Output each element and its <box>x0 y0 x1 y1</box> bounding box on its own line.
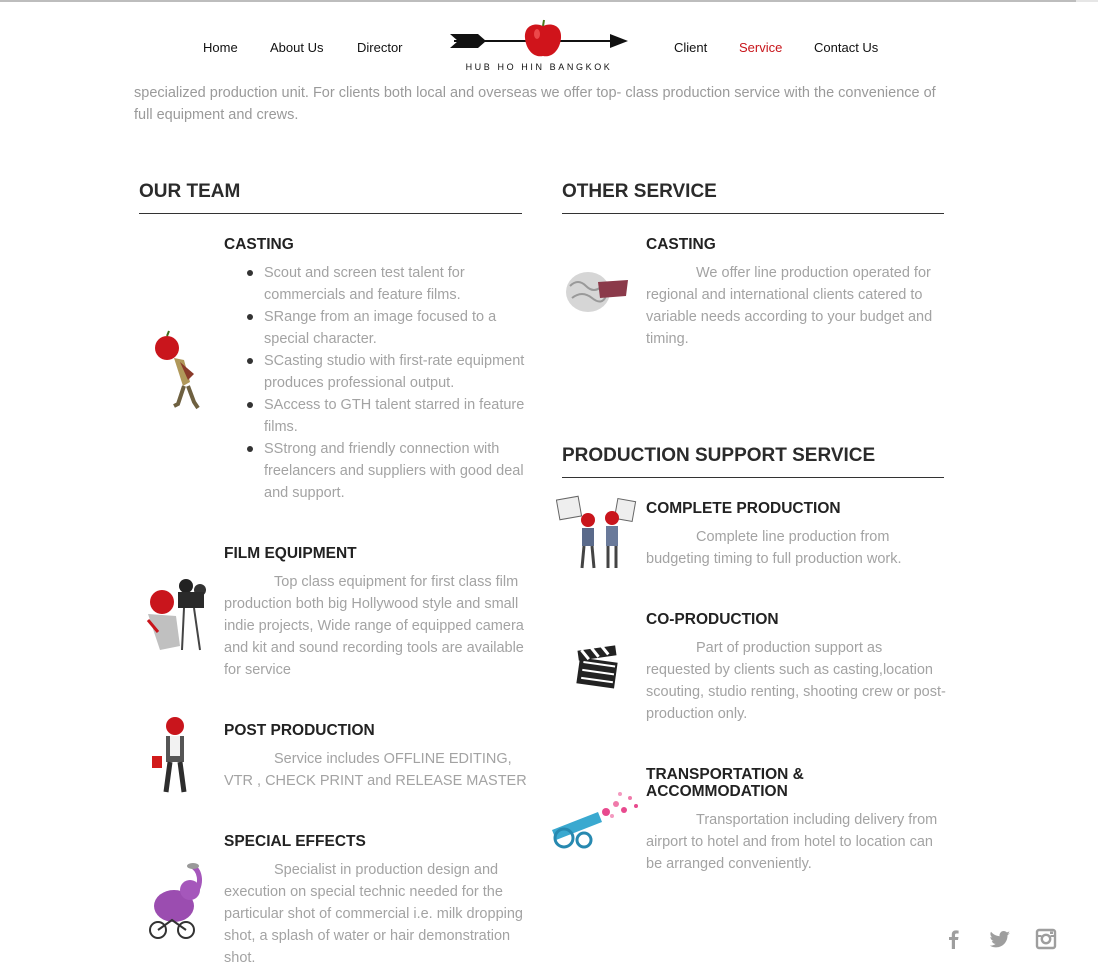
transport-text: Transportation including delivery from a… <box>646 812 938 872</box>
film-camera-figure-icon <box>142 576 214 661</box>
logo-text: HUB HO HIN BANGKOK <box>465 62 613 72</box>
post-production-title: POST PRODUCTION <box>224 722 375 739</box>
nav-client[interactable]: Client <box>674 40 707 55</box>
clapperboard-icon <box>574 644 622 695</box>
brain-icon <box>562 266 630 323</box>
site-logo[interactable]: HUB HO HIN BANGKOK <box>448 18 630 76</box>
nav-home[interactable]: Home <box>203 40 238 55</box>
team-casting-list: Scout and screen test talent for commerc… <box>224 262 529 504</box>
cannon-icon <box>546 786 644 857</box>
list-item: SAccess to GTH talent starred in feature… <box>224 394 529 438</box>
twitter-icon[interactable] <box>989 928 1011 950</box>
production-support-heading: PRODUCTION SUPPORT SERVICE <box>562 445 876 466</box>
other-service-divider <box>562 213 944 214</box>
top-border-right <box>1076 0 1098 2</box>
our-team-divider <box>139 213 522 214</box>
co-production-title: CO-PRODUCTION <box>646 611 779 628</box>
list-item: SStrong and friendly connection with fre… <box>224 438 529 504</box>
post-production-figure-icon <box>150 716 200 803</box>
special-effects-text: Specialist in production design and exec… <box>224 862 523 966</box>
production-support-divider <box>562 477 944 478</box>
protest-figures-icon <box>555 494 638 577</box>
other-service-heading: OTHER SERVICE <box>562 181 717 202</box>
post-production-text: Service includes OFFLINE EDITING, VTR , … <box>224 751 527 789</box>
facebook-icon[interactable] <box>943 928 965 950</box>
list-item: Scout and screen test talent for commerc… <box>224 262 529 306</box>
nav-about-us[interactable]: About Us <box>270 40 323 55</box>
film-equipment-text: Top class equipment for first class film… <box>224 574 524 678</box>
transport-title-line-1: TRANSPORTATION & <box>646 766 804 783</box>
transport-title: TRANSPORTATION & ACCOMMODATION <box>646 766 804 800</box>
intro-text: specialized production unit. For clients… <box>134 85 936 123</box>
co-production-text: Part of production support as requested … <box>646 640 946 722</box>
our-team-heading: OUR TEAM <box>139 181 241 202</box>
special-effects-title: SPECIAL EFFECTS <box>224 833 366 850</box>
elephant-bicycle-icon <box>146 862 206 945</box>
team-casting-title: CASTING <box>224 236 294 253</box>
list-item: SRange from an image focused to a specia… <box>224 306 529 350</box>
film-equipment-title: FILM EQUIPMENT <box>224 545 357 562</box>
instagram-icon[interactable] <box>1035 928 1057 950</box>
other-casting-text: We offer line production operated for re… <box>646 265 933 347</box>
nav-director[interactable]: Director <box>357 40 403 55</box>
apple-arrow-logo-icon <box>450 19 628 57</box>
list-item: SCasting studio with first-rate equipmen… <box>224 350 529 394</box>
complete-production-title: COMPLETE PRODUCTION <box>646 500 841 517</box>
transport-title-line-2: ACCOMMODATION <box>646 783 788 800</box>
nav-contact-us[interactable]: Contact Us <box>814 40 878 55</box>
top-border <box>0 0 1076 2</box>
complete-production-text: Complete line production from budgeting … <box>646 529 902 567</box>
other-casting-title: CASTING <box>646 236 716 253</box>
nav-service[interactable]: Service <box>739 40 782 55</box>
casting-figure-icon <box>150 330 205 417</box>
